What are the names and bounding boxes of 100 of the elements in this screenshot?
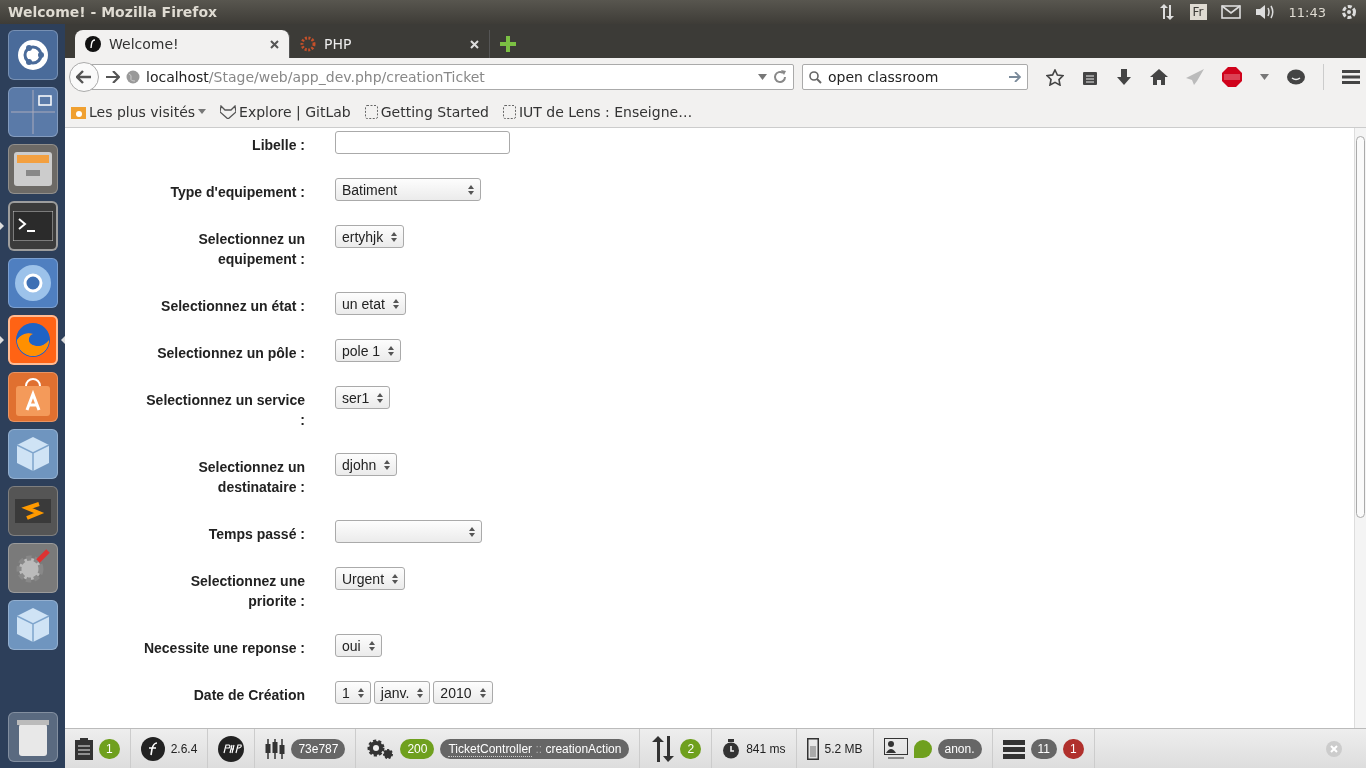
globe-icon	[126, 70, 140, 84]
adblock-icon[interactable]	[1222, 67, 1242, 87]
home-icon[interactable]	[1150, 69, 1168, 85]
stopwatch-icon[interactable]	[722, 738, 741, 759]
trash-icon[interactable]	[7, 712, 58, 762]
spinner-arrows-icon	[392, 573, 399, 584]
select-dropdown[interactable]: 2010	[433, 681, 493, 704]
app-launcher-icon[interactable]	[7, 144, 58, 194]
spinner-arrows-icon	[384, 459, 391, 470]
bookmark-item[interactable]: Les plus visités	[71, 103, 207, 120]
user-card-icon[interactable]	[883, 737, 908, 760]
status-badge: 2	[680, 738, 702, 759]
spinner-arrows-icon	[391, 231, 398, 242]
back-arrow-icon	[76, 70, 92, 84]
toolbar-value: 2.6.4	[170, 741, 198, 756]
select-dropdown[interactable]: oui	[335, 634, 382, 657]
spinner-arrows-icon	[392, 298, 399, 309]
running-indicator-icon	[0, 222, 4, 230]
status-badge: anon.	[937, 738, 982, 759]
folder-icon	[71, 104, 86, 119]
status-badge: 11	[1030, 738, 1057, 759]
power-icon[interactable]	[1340, 3, 1358, 21]
browser-tab[interactable]: Welcome!	[75, 30, 290, 58]
form-label: Selectionnez un service :	[145, 391, 305, 430]
chat-icon[interactable]	[1287, 68, 1305, 86]
spinner-arrows-icon	[469, 526, 475, 537]
window-title: Welcome! - Mozilla Firefox	[8, 4, 219, 20]
mail-icon[interactable]	[1220, 5, 1241, 19]
form-label: Selectionnez un equipement :	[197, 230, 305, 269]
fox-head-icon	[220, 104, 237, 119]
php-logo-icon[interactable]	[218, 735, 245, 762]
status-badge: 1	[99, 738, 120, 759]
form-label: Necessite une reponse :	[142, 639, 305, 658]
scrollbar[interactable]	[1354, 128, 1366, 728]
form-label: Selectionnez un pôle :	[156, 344, 305, 363]
memory-gauge-icon[interactable]	[806, 737, 819, 760]
form-label: Date de Création	[192, 686, 305, 705]
status-badge: 200	[400, 738, 435, 759]
spinner-arrows-icon	[368, 640, 375, 651]
form-label: Selectionnez une priorite :	[189, 572, 305, 611]
form-label: Temps passé :	[207, 525, 305, 544]
spinner-arrows-icon	[357, 687, 364, 698]
page-icon	[502, 104, 516, 119]
dropdown-icon[interactable]	[198, 109, 207, 114]
bookmark-item[interactable]: Explore | GitLab	[220, 103, 351, 120]
controller-label: TicketController :: creationAction	[440, 738, 630, 759]
favicon-icon	[300, 36, 316, 52]
form-label: Selectionnez un état :	[160, 297, 305, 316]
form-label: Selectionnez un destinataire :	[197, 458, 305, 497]
forward-icon[interactable]	[106, 71, 120, 83]
candlestick-icon[interactable]	[265, 738, 286, 759]
text-input[interactable]	[335, 131, 510, 154]
url-text: localhost/Stage/web/app_dev.php/creationTicket	[146, 69, 486, 85]
running-indicator-icon	[0, 336, 4, 344]
clock[interactable]: 11:43	[1288, 4, 1326, 20]
select-dropdown[interactable]: Urgent	[335, 567, 406, 590]
favicon-icon	[85, 36, 101, 52]
app-launcher-icon[interactable]	[7, 258, 58, 308]
status-badge: 1	[1063, 738, 1084, 759]
app-launcher-icon[interactable]	[7, 486, 58, 536]
app-launcher-icon[interactable]	[7, 429, 58, 479]
select-dropdown[interactable]: pole 1	[335, 339, 402, 362]
reload-icon[interactable]	[773, 70, 787, 84]
app-launcher-icon[interactable]	[7, 600, 58, 650]
bookmark-item[interactable]: Getting Started	[364, 103, 489, 120]
clipboard-icon[interactable]	[75, 737, 93, 760]
back-button[interactable]	[69, 62, 99, 92]
status-badge: 73e787	[291, 738, 346, 759]
menu-icon[interactable]	[1342, 70, 1360, 84]
sf-logo-icon[interactable]	[140, 736, 165, 761]
star-icon[interactable]	[1046, 68, 1064, 86]
app-launcher-icon[interactable]	[7, 315, 58, 365]
select-dropdown[interactable]: ertyhjk	[335, 225, 405, 248]
keyboard-layout-indicator[interactable]: Fr	[1189, 4, 1207, 20]
app-launcher-icon[interactable]	[7, 543, 58, 593]
spinner-arrows-icon	[468, 184, 474, 195]
gears-icon[interactable]	[366, 737, 395, 760]
dropdown-icon[interactable]	[758, 74, 767, 80]
database-icon[interactable]	[1002, 738, 1025, 759]
app-launcher-icon[interactable]	[7, 372, 58, 422]
close-icon[interactable]	[270, 39, 279, 49]
download-icon[interactable]	[1116, 68, 1132, 86]
app-launcher-icon[interactable]	[7, 201, 58, 251]
app-launcher-icon[interactable]	[7, 30, 58, 80]
transfer-arrows-icon[interactable]	[650, 735, 675, 762]
new-tab-icon[interactable]	[500, 36, 516, 52]
go-arrow-icon[interactable]	[1009, 72, 1021, 82]
select-dropdown[interactable]: djohn	[335, 453, 398, 476]
bookmark-item[interactable]: IUT de Lens : Enseigne…	[502, 103, 693, 120]
app-launcher-icon[interactable]	[7, 87, 58, 137]
select-dropdown[interactable]: janv.	[373, 681, 431, 704]
select-dropdown[interactable]: ser1	[335, 386, 391, 409]
select-dropdown[interactable]: un etat	[335, 292, 406, 315]
search-field[interactable]: open classroom	[802, 64, 1028, 90]
volume-icon[interactable]	[1254, 4, 1275, 20]
toolbar-value: 5.2 MB	[824, 741, 863, 756]
dropdown-icon[interactable]	[1260, 74, 1269, 80]
select-dropdown[interactable]: 1	[335, 681, 371, 704]
select-dropdown[interactable]: Batiment	[335, 178, 481, 201]
spinner-arrows-icon	[388, 345, 395, 356]
